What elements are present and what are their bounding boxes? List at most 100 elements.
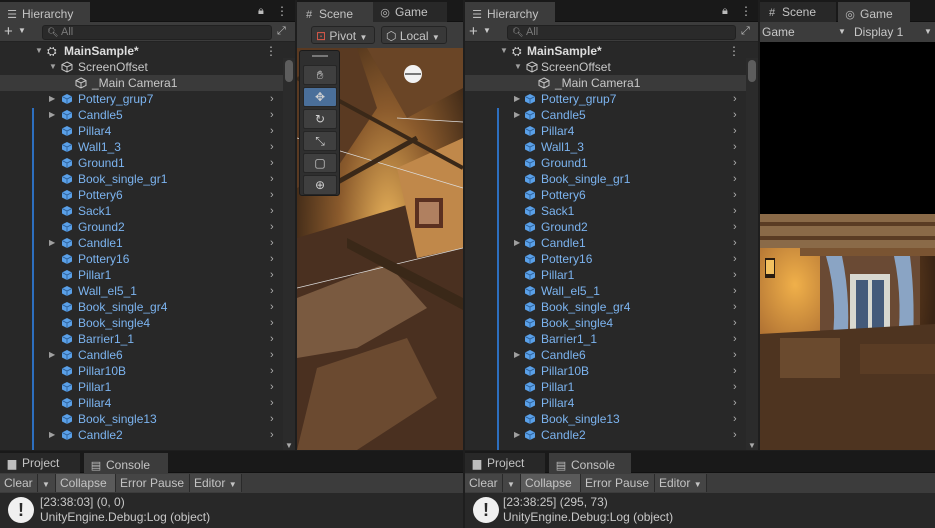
chevron-right-icon[interactable]: › [733, 219, 737, 235]
chevron-right-icon[interactable]: › [270, 219, 274, 235]
chevron-right-icon[interactable]: › [270, 427, 274, 443]
tab-hierarchy[interactable]: ☰ Hierarchy [465, 2, 555, 22]
hierarchy-item[interactable]: Pillar1 › [0, 379, 282, 395]
clear-options-dropdown[interactable]: ▼ [503, 474, 521, 492]
chevron-right-icon[interactable]: › [733, 91, 737, 107]
chevron-right-icon[interactable]: › [733, 347, 737, 363]
expand-arrow-icon[interactable]: ▶ [49, 347, 55, 363]
search-options-icon[interactable]: ⤢ [741, 25, 750, 38]
scale-tool-button[interactable]: ⤡ [303, 131, 337, 151]
hierarchy-item[interactable]: Barrier1_1 › [465, 331, 745, 347]
chevron-right-icon[interactable]: › [270, 187, 274, 203]
chevron-right-icon[interactable]: › [733, 187, 737, 203]
tab-scene[interactable]: # Scene [297, 2, 373, 22]
log-entry-time[interactable]: [23:38:03] (0, 0) [40, 495, 125, 509]
clear-options-dropdown[interactable]: ▼ [38, 474, 56, 492]
chevron-right-icon[interactable]: › [270, 235, 274, 251]
chevron-right-icon[interactable]: › [270, 91, 274, 107]
hierarchy-item[interactable]: ▶ Candle6 › [465, 347, 745, 363]
hierarchy-item[interactable]: Ground2 › [465, 219, 745, 235]
hierarchy-item[interactable]: Pottery16 › [465, 251, 745, 267]
chevron-right-icon[interactable]: › [733, 427, 737, 443]
chevron-right-icon[interactable]: › [733, 139, 737, 155]
log-entry-source[interactable]: UnityEngine.Debug:Log (object) [503, 510, 673, 524]
chevron-right-icon[interactable]: › [270, 139, 274, 155]
hierarchy-item[interactable]: Book_single13 › [0, 411, 282, 427]
chevron-right-icon[interactable]: › [270, 123, 274, 139]
scene-root-row[interactable]: ▼ ⛭ MainSample* ⋮ [465, 43, 743, 59]
log-entry-source[interactable]: UnityEngine.Debug:Log (object) [40, 510, 210, 524]
game-view-dropdown[interactable]: Game ▼ [762, 24, 850, 40]
local-dropdown[interactable]: ⬡ Local ▼ [381, 26, 447, 44]
menu-icon[interactable]: ⋮ [740, 4, 752, 18]
chevron-right-icon[interactable]: › [270, 203, 274, 219]
expand-arrow-icon[interactable]: ▶ [514, 235, 520, 251]
tab-game[interactable]: ◎ Game [373, 2, 447, 22]
expand-arrow-icon[interactable]: ▶ [49, 427, 55, 443]
hierarchy-item[interactable]: Book_single4 › [465, 315, 745, 331]
chevron-right-icon[interactable]: › [270, 411, 274, 427]
hierarchy-item[interactable]: Pillar1 › [465, 267, 745, 283]
chevron-right-icon[interactable]: › [733, 395, 737, 411]
tab-scene[interactable]: # Scene [760, 2, 836, 22]
hierarchy-item[interactable]: Ground2 › [0, 219, 282, 235]
tab-console[interactable]: ▤ Console [549, 453, 631, 473]
chevron-right-icon[interactable]: › [270, 395, 274, 411]
expand-arrow-icon[interactable]: ▶ [49, 91, 55, 107]
hierarchy-item[interactable]: Pillar1 › [0, 267, 282, 283]
chevron-right-icon[interactable]: › [733, 235, 737, 251]
add-icon[interactable]: + [469, 23, 478, 40]
chevron-right-icon[interactable]: › [270, 251, 274, 267]
chevron-right-icon[interactable]: › [270, 299, 274, 315]
menu-icon[interactable]: ⋮ [276, 4, 288, 18]
search-options-icon[interactable]: ⤢ [277, 25, 286, 38]
chevron-right-icon[interactable]: › [733, 379, 737, 395]
search-input[interactable]: 🔍︎ All [42, 25, 272, 40]
hierarchy-item[interactable]: Pillar4 › [0, 395, 282, 411]
transform-tool-button[interactable]: ⊕ [303, 175, 337, 195]
hierarchy-item[interactable]: Book_single_gr1 › [0, 171, 282, 187]
tab-project[interactable]: ▆ Project [0, 453, 80, 473]
expand-arrow-icon[interactable]: ▶ [514, 107, 520, 123]
expand-arrow-icon[interactable]: ▼ [500, 43, 508, 59]
hierarchy-item[interactable]: Sack1 › [465, 203, 745, 219]
log-entry-time[interactable]: [23:38:25] (295, 73) [503, 495, 608, 509]
screenoffset-row[interactable]: ▼ ScreenOffset [465, 59, 743, 75]
chevron-right-icon[interactable]: › [733, 267, 737, 283]
scroll-down-icon[interactable]: ▼ [285, 441, 293, 450]
collapse-button[interactable]: Collapse [521, 474, 581, 492]
hierarchy-item[interactable]: Pottery6 › [465, 187, 745, 203]
chevron-down-icon[interactable]: ▼ [18, 26, 26, 35]
hierarchy-item[interactable]: Barrier1_1 › [0, 331, 282, 347]
chevron-right-icon[interactable]: › [270, 347, 274, 363]
error-pause-button[interactable]: Error Pause [581, 474, 655, 492]
hierarchy-scrollbar[interactable]: ▼ [283, 58, 295, 450]
hierarchy-scrollbar[interactable]: ▼ [746, 58, 758, 450]
tab-console[interactable]: ▤ Console [84, 453, 168, 473]
chevron-right-icon[interactable]: › [733, 411, 737, 427]
tab-hierarchy[interactable]: ☰ Hierarchy [0, 2, 90, 22]
screenoffset-row[interactable]: ▼ ScreenOffset [0, 59, 280, 75]
pivot-dropdown[interactable]: ⊡ Pivot ▼ [311, 26, 375, 44]
hierarchy-item[interactable]: Book_single13 › [465, 411, 745, 427]
drag-handle[interactable] [312, 55, 328, 57]
scrollbar-thumb[interactable] [285, 60, 293, 82]
hierarchy-item[interactable]: ▶ Candle6 › [0, 347, 282, 363]
move-tool-button[interactable]: ✥ [303, 87, 337, 107]
clear-button[interactable]: Clear [0, 474, 38, 492]
hierarchy-item[interactable]: Wall1_3 › [0, 139, 282, 155]
chevron-right-icon[interactable]: › [733, 107, 737, 123]
scroll-down-icon[interactable]: ▼ [748, 441, 756, 450]
collapse-button[interactable]: Collapse [56, 474, 116, 492]
chevron-right-icon[interactable]: › [270, 379, 274, 395]
editor-dropdown[interactable]: Editor ▼ [190, 474, 242, 492]
chevron-down-icon[interactable]: ▼ [483, 26, 491, 35]
tab-project[interactable]: ▆ Project [465, 453, 545, 473]
expand-arrow-icon[interactable]: ▶ [49, 107, 55, 123]
expand-arrow-icon[interactable]: ▶ [514, 347, 520, 363]
error-pause-button[interactable]: Error Pause [116, 474, 190, 492]
expand-arrow-icon[interactable]: ▶ [514, 91, 520, 107]
lock-icon[interactable]: 🔒︎ [722, 5, 728, 18]
hierarchy-item[interactable]: ▶ Pottery_grup7 › [0, 91, 282, 107]
hierarchy-item[interactable]: ▶ Candle1 › [0, 235, 282, 251]
